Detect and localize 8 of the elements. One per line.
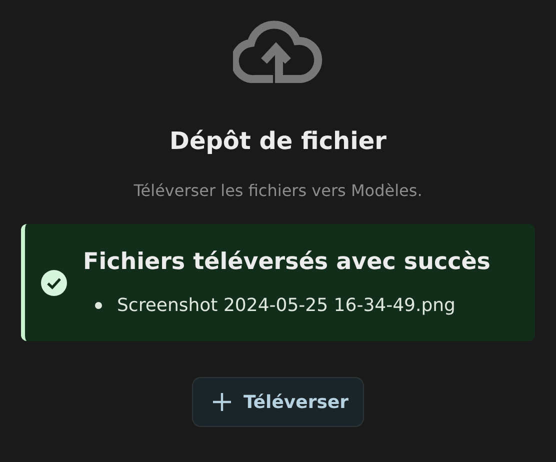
alert-title: Fichiers téléversés avec succès	[83, 249, 490, 275]
dialog-description: Téléverser les fichiers vers Modèles.	[134, 181, 422, 200]
dialog-title: Dépôt de fichier	[170, 127, 386, 155]
plus-icon	[213, 393, 232, 411]
file-name: Screenshot 2024-05-25 16-34-49.png	[117, 295, 456, 316]
check-circle-icon	[41, 270, 67, 296]
bullet-icon	[95, 302, 102, 309]
upload-button[interactable]: Téléverser	[192, 377, 364, 427]
